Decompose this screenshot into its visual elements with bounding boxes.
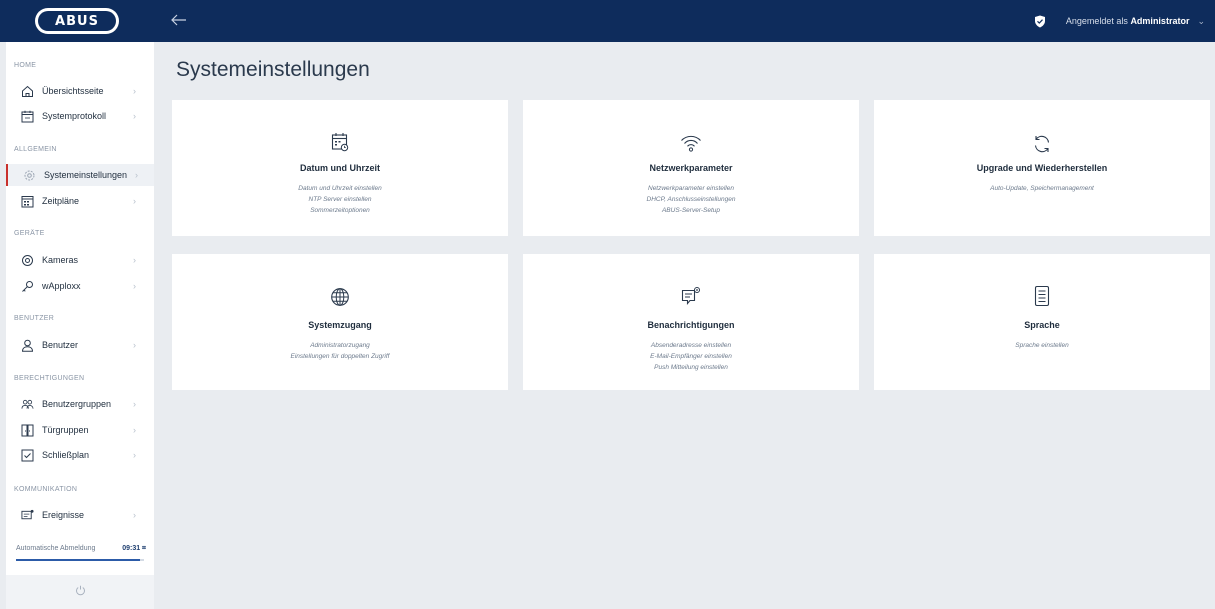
card-title: Upgrade und Wiederherstellen bbox=[976, 163, 1108, 173]
chevron-right-icon: › bbox=[133, 340, 136, 350]
sidebar-item-benutzergruppen[interactable]: Benutzergruppen › bbox=[6, 393, 154, 415]
sidebar-item-wapploxx[interactable]: wApploxx › bbox=[6, 275, 154, 297]
section-benutzer: BENUTZER bbox=[14, 315, 55, 322]
auto-logout-progress-fill bbox=[16, 559, 141, 561]
globe-icon bbox=[172, 287, 508, 307]
sidebar-item-schliessplan[interactable]: Schließplan › bbox=[6, 444, 154, 466]
calendar-log-icon bbox=[21, 110, 34, 123]
card-description: Absenderadresse einstellen E-Mail-Empfän… bbox=[650, 342, 732, 371]
card-benachrichtigungen[interactable]: Benachrichtigungen Absenderadresse einst… bbox=[523, 254, 859, 390]
sidebar-item-systemprotokoll[interactable]: Systemprotokoll › bbox=[6, 105, 154, 127]
section-geraete: GERÄTE bbox=[14, 230, 45, 237]
door-group-icon bbox=[21, 424, 34, 437]
home-icon bbox=[21, 85, 34, 98]
chevron-right-icon: › bbox=[133, 399, 136, 409]
sidebar: HOME Übersichtsseite › Systemprotokoll ›… bbox=[6, 42, 154, 609]
sidebar-item-zeitplaene[interactable]: Zeitpläne › bbox=[6, 190, 154, 212]
top-bar: ABUS Angemeldet als Administrator ⌄ bbox=[0, 0, 1215, 42]
chevron-right-icon: › bbox=[133, 425, 136, 435]
checkbox-icon bbox=[21, 449, 34, 462]
card-description: Datum und Uhrzeit einstellen NTP Server … bbox=[298, 185, 382, 214]
sidebar-item-label: Zeitpläne bbox=[42, 196, 80, 206]
auto-logout-label: Automatische Abmeldung bbox=[16, 545, 96, 552]
chevron-right-icon: › bbox=[133, 111, 136, 121]
section-kommunikation: KOMMUNIKATION bbox=[14, 486, 78, 493]
sidebar-item-label: Systemeinstellungen bbox=[44, 170, 128, 180]
card-description: Netzwerkparameter einstellen DHCP, Ansch… bbox=[646, 185, 736, 214]
gear-icon bbox=[23, 169, 36, 182]
chevron-right-icon: › bbox=[133, 281, 136, 291]
chevron-right-icon: › bbox=[133, 86, 136, 96]
user-group-icon bbox=[21, 398, 34, 411]
sidebar-item-label: Benutzergruppen bbox=[42, 399, 112, 409]
section-allgemein: ALLGEMEIN bbox=[14, 146, 57, 153]
user-menu[interactable]: Angemeldet als Administrator ⌄ bbox=[1032, 0, 1205, 42]
card-systemzugang[interactable]: Systemzugang Administratorzugang Einstel… bbox=[172, 254, 508, 390]
auto-logout-time: 09:31 ⌗ bbox=[122, 545, 146, 552]
schedule-icon bbox=[21, 195, 34, 208]
sidebar-item-uebersichtsseite[interactable]: Übersichtsseite › bbox=[6, 80, 154, 102]
auto-logout: Automatische Abmeldung 09:31 ⌗ bbox=[16, 545, 146, 559]
card-title: Datum und Uhrzeit bbox=[300, 163, 380, 173]
chevron-right-icon: › bbox=[133, 255, 136, 265]
section-berechtigungen: BERECHTIGUNGEN bbox=[14, 375, 85, 382]
card-title: Benachrichtigungen bbox=[647, 320, 735, 330]
sidebar-item-ereignisse[interactable]: Ereignisse › bbox=[6, 504, 154, 526]
sidebar-item-systemeinstellungen[interactable]: Systemeinstellungen › bbox=[6, 164, 154, 186]
sidebar-item-label: Türgruppen bbox=[42, 425, 89, 435]
card-netzwerkparameter[interactable]: Netzwerkparameter Netzwerkparameter eins… bbox=[523, 100, 859, 236]
chevron-right-icon: › bbox=[133, 450, 136, 460]
card-upgrade-wiederherstellen[interactable]: Upgrade und Wiederherstellen Auto-Update… bbox=[874, 100, 1210, 236]
chevron-right-icon: › bbox=[133, 510, 136, 520]
user-icon bbox=[21, 339, 34, 352]
sidebar-item-tuergruppen[interactable]: Türgruppen › bbox=[6, 419, 154, 441]
chevron-right-icon: › bbox=[133, 196, 136, 206]
section-home: HOME bbox=[14, 62, 37, 69]
sidebar-item-label: Benutzer bbox=[42, 340, 79, 350]
logo-text: ABUS bbox=[55, 13, 99, 29]
notification-message-icon bbox=[523, 286, 859, 306]
sidebar-footer bbox=[6, 575, 154, 609]
card-title: Systemzugang bbox=[308, 320, 372, 330]
sidebar-item-label: wApploxx bbox=[42, 281, 81, 291]
card-description: Sprache einstellen bbox=[1015, 342, 1069, 349]
back-arrow-icon[interactable] bbox=[170, 11, 188, 29]
wifi-icon bbox=[523, 134, 859, 152]
sidebar-item-label: Ereignisse bbox=[42, 510, 85, 520]
card-datum-uhrzeit[interactable]: Datum und Uhrzeit Datum und Uhrzeit eins… bbox=[172, 100, 508, 236]
sidebar-item-label: Schließplan bbox=[42, 450, 90, 460]
page-title: Systemeinstellungen bbox=[176, 58, 370, 81]
sidebar-item-label: Kameras bbox=[42, 255, 79, 265]
card-description: Auto-Update, Speichermanagement bbox=[990, 185, 1094, 192]
sidebar-item-label: Systemprotokoll bbox=[42, 111, 107, 121]
key-icon bbox=[21, 280, 34, 293]
chevron-right-icon: › bbox=[135, 170, 138, 180]
card-title: Sprache bbox=[1024, 320, 1060, 330]
sidebar-item-benutzer[interactable]: Benutzer › bbox=[6, 334, 154, 356]
card-sprache[interactable]: Sprache Sprache einstellen bbox=[874, 254, 1210, 390]
refresh-icon bbox=[874, 134, 1210, 154]
abus-logo: ABUS bbox=[35, 8, 119, 34]
power-icon[interactable] bbox=[75, 583, 86, 601]
sidebar-item-label: Übersichtsseite bbox=[42, 86, 104, 96]
logged-in-user: Angemeldet als Administrator bbox=[1065, 16, 1190, 26]
event-message-icon bbox=[21, 509, 34, 522]
calendar-clock-icon bbox=[172, 132, 508, 152]
auto-logout-progress bbox=[16, 559, 144, 561]
logo-area[interactable]: ABUS bbox=[0, 0, 154, 42]
user-name: Administrator bbox=[1130, 16, 1190, 26]
card-description: Administratorzugang Einstellungen für do… bbox=[290, 342, 390, 360]
document-icon bbox=[874, 285, 1210, 307]
shield-icon bbox=[1032, 13, 1048, 29]
sidebar-item-kameras[interactable]: Kameras › bbox=[6, 249, 154, 271]
card-title: Netzwerkparameter bbox=[649, 163, 733, 173]
camera-icon bbox=[21, 254, 34, 267]
chevron-down-icon[interactable]: ⌄ bbox=[1197, 16, 1205, 27]
